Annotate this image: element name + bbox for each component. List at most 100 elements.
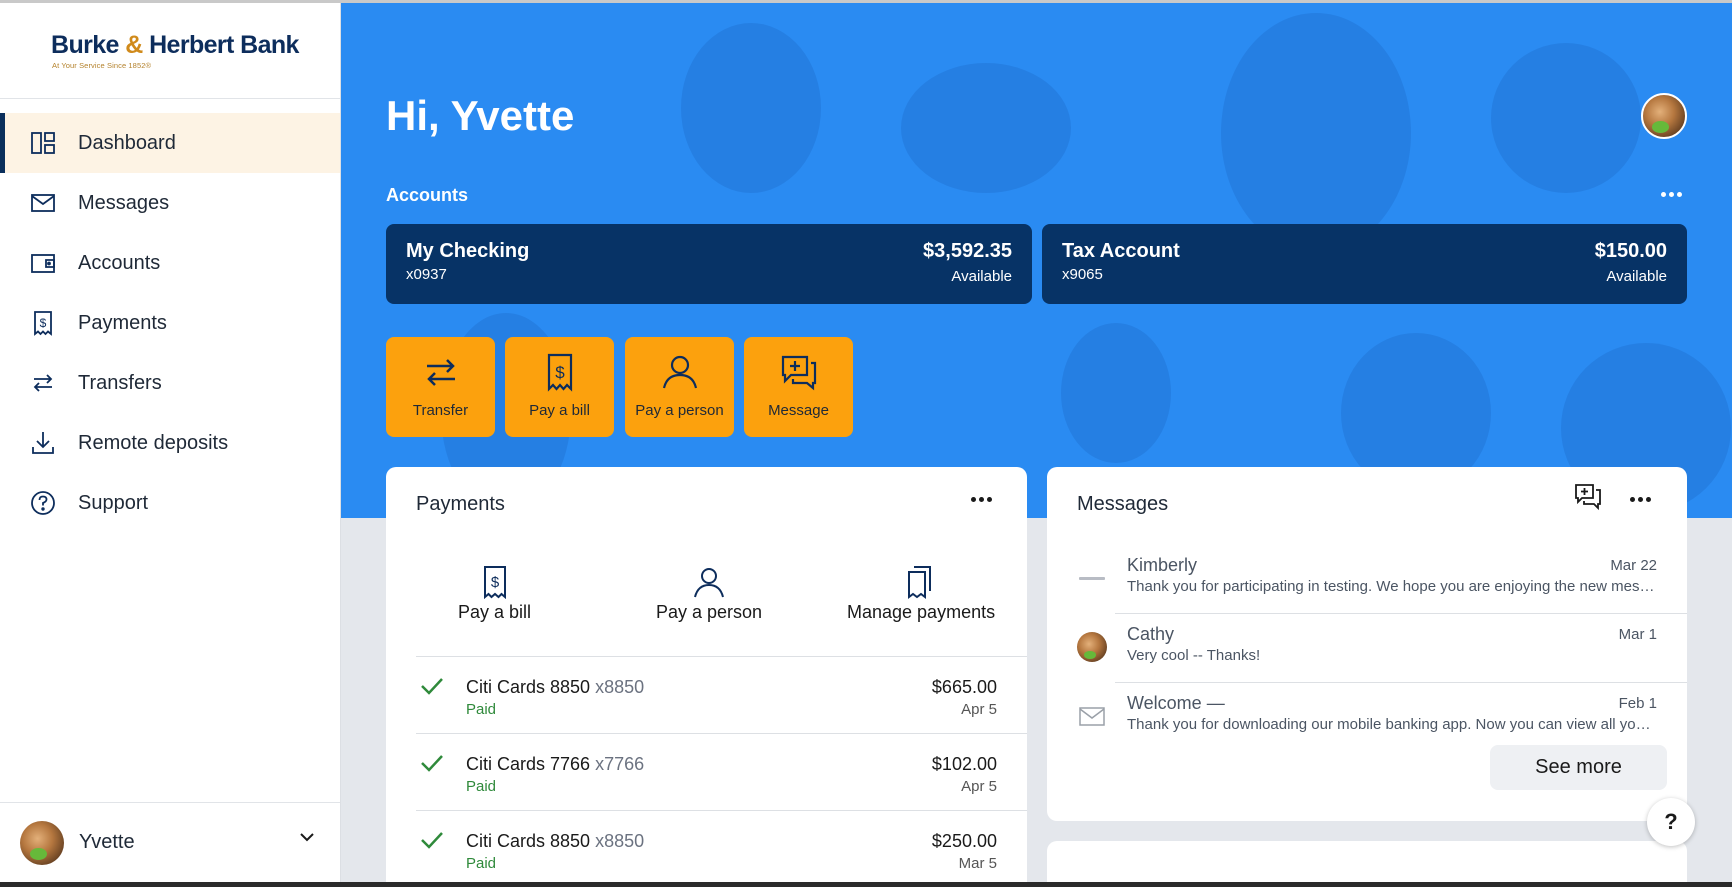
quick-action-pay-bill[interactable]: $ Pay a bill xyxy=(505,337,614,437)
payee-label: Citi Cards 7766 xyxy=(466,754,591,774)
account-card-checking[interactable]: My Checking x0937 $3,592.35 Available xyxy=(386,224,1032,304)
message-sender: Welcome — xyxy=(1127,693,1225,713)
person-icon xyxy=(662,355,697,389)
option-label: Pay a bill xyxy=(458,602,532,622)
quick-action-label: Pay a person xyxy=(635,402,724,419)
pay-bill-option[interactable]: $ Pay a bill xyxy=(458,565,531,623)
payment-row[interactable]: Citi Cards 8850 x8850 Paid $665.00 Apr 5 xyxy=(416,656,1027,733)
sidebar-item-payments[interactable]: $ Payments xyxy=(0,293,340,353)
payment-row[interactable]: Citi Cards 7766 x7766 Paid $102.00 Apr 5 xyxy=(416,733,1027,810)
message-date: Mar 1 xyxy=(1618,626,1657,643)
payment-status: Paid xyxy=(466,778,497,795)
sidebar: Burke & Herbert Bank At Your Service Sin… xyxy=(0,3,341,882)
payment-date: Apr 5 xyxy=(961,778,997,795)
payment-date: Mar 5 xyxy=(958,855,997,872)
next-card xyxy=(1047,841,1687,887)
payee-account: x8850 xyxy=(595,831,645,851)
pay-person-option[interactable]: Pay a person xyxy=(656,565,762,623)
sidebar-item-label: Support xyxy=(78,491,149,514)
quick-action-label: Message xyxy=(768,402,829,419)
transfer-arrows-icon xyxy=(29,370,56,397)
sidebar-item-label: Transfers xyxy=(78,371,162,394)
payment-amount: $102.00 xyxy=(931,754,997,774)
checkmark-icon xyxy=(421,755,443,772)
account-card-tax[interactable]: Tax Account x9065 $150.00 Available xyxy=(1042,224,1687,304)
message-item[interactable]: Kimberly Mar 22 Thank you for participat… xyxy=(1047,545,1687,614)
message-date: Feb 1 xyxy=(1618,695,1657,712)
svg-text:$: $ xyxy=(555,363,565,382)
help-button[interactable]: ? xyxy=(1647,798,1695,846)
message-preview: Thank you for downloading our mobile ban… xyxy=(1127,716,1657,733)
account-balance: $150.00 xyxy=(1594,240,1667,262)
account-balance: $3,592.35 xyxy=(923,240,1012,262)
payment-amount: $250.00 xyxy=(931,831,997,851)
sidebar-item-remote-deposits[interactable]: Remote deposits xyxy=(0,413,340,473)
messages-card: Messages Kimberly Mar 22 Thank you for p… xyxy=(1047,467,1687,821)
avatar xyxy=(20,820,64,865)
quick-action-transfer[interactable]: Transfer xyxy=(386,337,495,437)
logo-name-part1: Burke xyxy=(51,31,119,59)
payments-list: Citi Cards 8850 x8850 Paid $665.00 Apr 5… xyxy=(416,656,1027,887)
question-circle-icon xyxy=(29,490,56,517)
compose-message-icon[interactable] xyxy=(1574,483,1602,511)
sidebar-item-support[interactable]: Support xyxy=(0,473,340,533)
sender-logo-icon xyxy=(1077,563,1107,593)
sidebar-item-transfers[interactable]: Transfers xyxy=(0,353,340,413)
accounts-more-menu-icon[interactable] xyxy=(1661,192,1682,197)
account-number: x9065 xyxy=(1062,266,1103,283)
user-menu[interactable]: Yvette xyxy=(0,802,340,882)
message-preview: Very cool -- Thanks! xyxy=(1127,647,1261,664)
message-item[interactable]: Cathy Mar 1 Very cool -- Thanks! xyxy=(1047,614,1687,683)
sidebar-item-messages[interactable]: Messages xyxy=(0,173,340,233)
dashboard-icon xyxy=(29,130,56,157)
sidebar-item-dashboard[interactable]: Dashboard xyxy=(0,113,340,173)
accounts-title: Accounts xyxy=(386,185,469,205)
greeting: Hi, Yvette xyxy=(386,92,575,139)
sidebar-item-label: Messages xyxy=(78,191,170,214)
payment-row[interactable]: Citi Cards 8850 x8850 Paid $250.00 Mar 5 xyxy=(416,810,1027,887)
logo-ampersand: & xyxy=(125,31,143,59)
see-more-button[interactable]: See more xyxy=(1490,745,1667,790)
message-preview: Thank you for participating in testing. … xyxy=(1127,578,1657,595)
svg-text:$: $ xyxy=(490,574,499,591)
message-sender: Kimberly xyxy=(1127,555,1198,575)
quick-action-label: Transfer xyxy=(412,402,469,419)
payee-name: Citi Cards 8850 x8850 xyxy=(466,831,644,852)
payment-status: Paid xyxy=(466,701,497,718)
manage-payments-option[interactable]: Manage payments xyxy=(847,565,995,623)
messages-more-menu-icon[interactable] xyxy=(1630,497,1651,502)
wallet-icon xyxy=(29,250,56,277)
transfer-arrows-icon xyxy=(426,359,455,386)
payee-account: x8850 xyxy=(595,677,645,697)
message-item[interactable]: Welcome — Feb 1 Thank you for downloadin… xyxy=(1047,683,1687,752)
checkmark-icon xyxy=(421,832,443,849)
sidebar-item-label: Payments xyxy=(78,311,167,334)
balance-label: Available xyxy=(951,268,1012,285)
sidebar-item-label: Remote deposits xyxy=(78,431,229,454)
messages-title: Messages xyxy=(1077,493,1169,515)
quick-action-message[interactable]: Message xyxy=(744,337,853,437)
message-sender: Cathy xyxy=(1127,624,1175,644)
bank-logo[interactable]: Burke & Herbert Bank At Your Service Sin… xyxy=(0,3,340,99)
payment-date: Apr 5 xyxy=(961,701,997,718)
avatar xyxy=(1077,632,1107,662)
payee-name: Citi Cards 8850 x8850 xyxy=(466,677,644,698)
account-number: x0937 xyxy=(406,266,447,283)
payment-amount: $665.00 xyxy=(931,677,997,697)
sidebar-nav: Dashboard Messages Accounts $ Payments T… xyxy=(0,113,340,533)
payee-name: Citi Cards 7766 x7766 xyxy=(466,754,644,775)
logo-tagline: At Your Service Since 1852® xyxy=(52,61,152,70)
bill-icon: $ xyxy=(29,310,56,337)
logo-wordmark: Burke & Herbert Bank xyxy=(51,31,340,60)
bill-icon: $ xyxy=(483,566,506,599)
sidebar-item-label: Accounts xyxy=(78,251,161,274)
person-icon xyxy=(694,568,725,598)
message-date: Mar 22 xyxy=(1610,557,1657,574)
bill-icon: $ xyxy=(547,353,572,392)
sidebar-item-accounts[interactable]: Accounts xyxy=(0,233,340,293)
payments-more-menu-icon[interactable] xyxy=(971,497,992,502)
account-name: My Checking xyxy=(406,240,530,262)
chat-plus-icon xyxy=(781,355,816,391)
profile-avatar[interactable] xyxy=(1641,93,1687,139)
quick-action-pay-person[interactable]: Pay a person xyxy=(625,337,734,437)
